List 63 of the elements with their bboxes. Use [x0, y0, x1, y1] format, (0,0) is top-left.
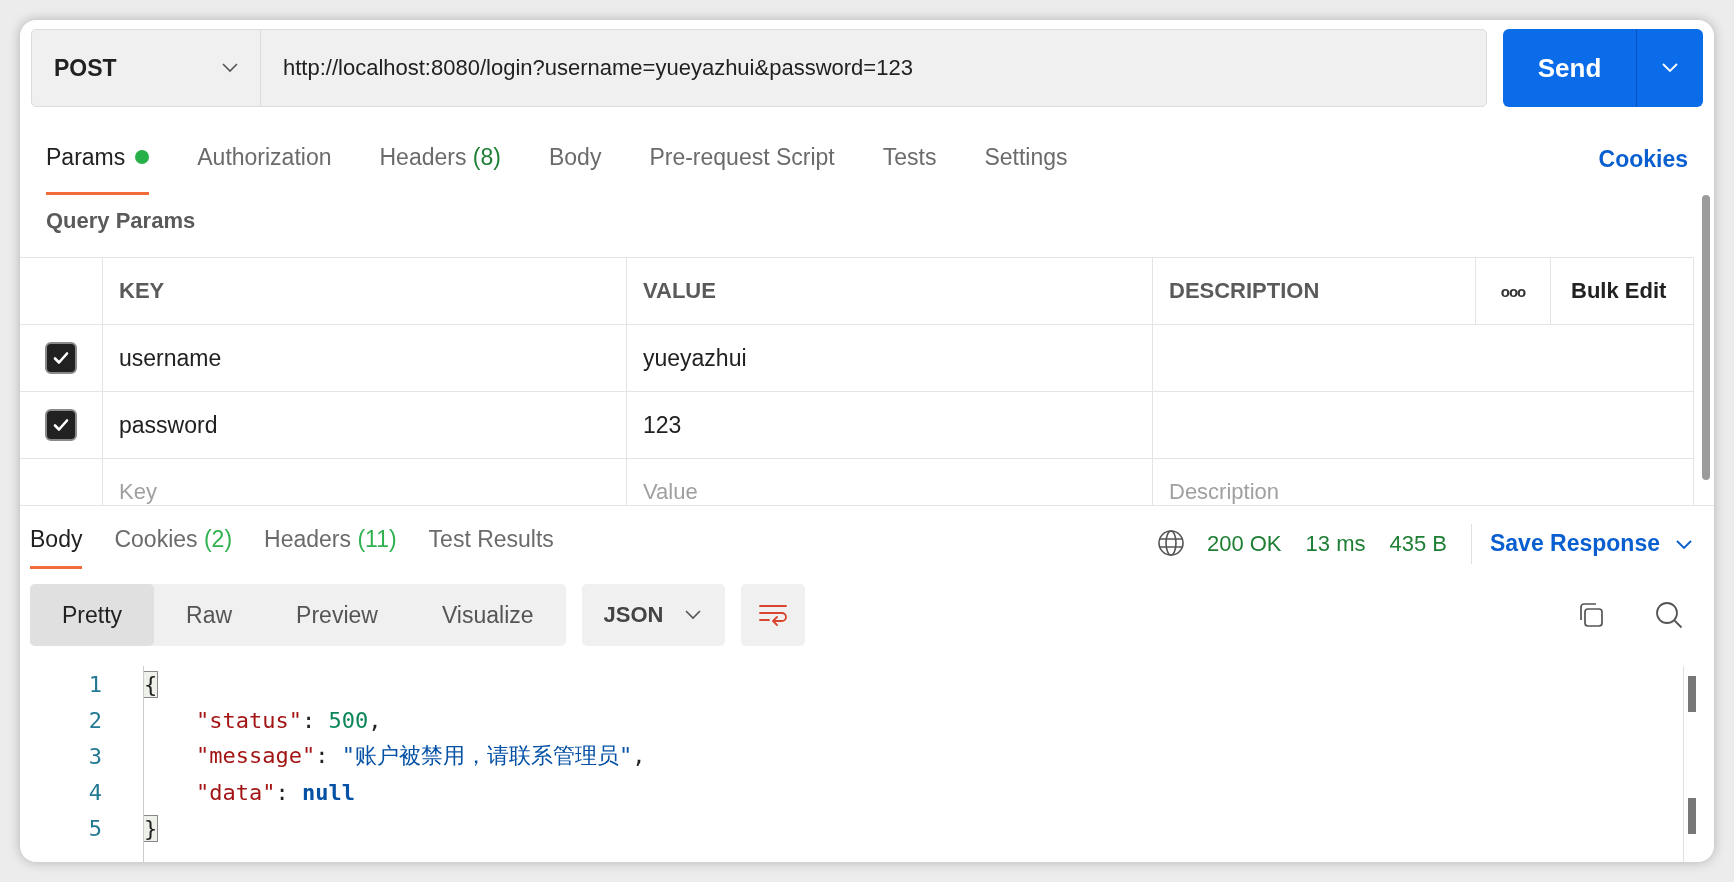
json-null: null: [302, 779, 355, 805]
json-key: "message": [196, 743, 316, 768]
wrap-lines-icon: [758, 603, 789, 627]
request-tab[interactable]: Body: [548, 119, 602, 195]
request-tab[interactable]: Tests: [882, 119, 937, 195]
code-punctuation: ,: [632, 743, 646, 768]
column-header: VALUE: [627, 258, 1153, 324]
response-tab[interactable]: Cookies (2): [114, 506, 233, 569]
json-number: 500: [328, 707, 369, 733]
response-tab[interactable]: Body: [30, 506, 83, 569]
status-code: 200 OK: [1206, 530, 1282, 557]
checkbox[interactable]: [45, 409, 77, 441]
chevron-down-icon: [685, 610, 702, 620]
view-mode-tab[interactable]: Visualize: [409, 584, 566, 646]
request-tab[interactable]: Authorization: [197, 119, 332, 195]
line-number: 3: [87, 743, 103, 769]
line-number: 5: [87, 815, 103, 841]
request-tab[interactable]: Settings: [984, 119, 1068, 195]
line-number: 2: [87, 707, 103, 733]
send-button[interactable]: Send: [1503, 29, 1637, 107]
scrollbar[interactable]: [1688, 798, 1696, 834]
json-string: "账户被禁用，请联系管理员": [341, 743, 633, 768]
code-punctuation: :: [301, 707, 317, 733]
tab-count: (11): [357, 525, 397, 553]
param-value[interactable]: 123: [643, 411, 682, 439]
response-time: 13 ms: [1305, 530, 1366, 557]
view-mode-tab[interactable]: Pretty: [30, 584, 155, 646]
param-value[interactable]: yueyazhui: [643, 344, 747, 372]
section-title: Query Params: [45, 207, 197, 235]
code-punctuation: :: [315, 743, 330, 768]
param-key[interactable]: username: [119, 344, 222, 372]
format-dropdown[interactable]: JSON: [581, 584, 726, 646]
chevron-down-icon: [1662, 63, 1678, 73]
globe-icon[interactable]: [1156, 528, 1185, 557]
line-number: 4: [87, 779, 103, 805]
save-response-button[interactable]: Save Response: [1489, 530, 1660, 557]
param-key[interactable]: password: [119, 411, 218, 439]
scrollbar[interactable]: [1688, 676, 1696, 712]
cookies-link[interactable]: Cookies: [1598, 145, 1688, 173]
json-key: "status": [196, 707, 302, 733]
response-tab[interactable]: Test Results: [428, 506, 554, 569]
request-tab[interactable]: Headers (8): [379, 119, 501, 195]
json-key: "data": [196, 779, 276, 805]
wrap-lines-button[interactable]: [741, 584, 806, 646]
bulk-edit-button[interactable]: Bulk Edit: [1571, 278, 1667, 304]
search-icon[interactable]: [1654, 600, 1684, 630]
line-number: 1: [87, 671, 103, 697]
response-size: 435 B: [1389, 530, 1447, 557]
response-tab[interactable]: Headers (11): [264, 506, 397, 569]
more-options-button[interactable]: ooo: [1500, 282, 1526, 300]
request-tab[interactable]: Pre-request Script: [649, 119, 835, 195]
view-mode-tab[interactable]: Preview: [264, 584, 410, 646]
chevron-down-icon[interactable]: [1676, 539, 1692, 550]
tab-count: (2): [203, 525, 233, 553]
scrollbar[interactable]: [1702, 195, 1710, 480]
tab-count: (8): [472, 143, 501, 171]
checkbox[interactable]: [45, 342, 77, 374]
view-mode-tab[interactable]: Raw: [154, 584, 265, 646]
code-punctuation: ,: [368, 707, 382, 733]
column-header: DESCRIPTION: [1153, 258, 1476, 324]
column-header: KEY: [103, 258, 627, 324]
request-tab[interactable]: Params: [46, 119, 150, 195]
code-punctuation: :: [275, 779, 290, 805]
